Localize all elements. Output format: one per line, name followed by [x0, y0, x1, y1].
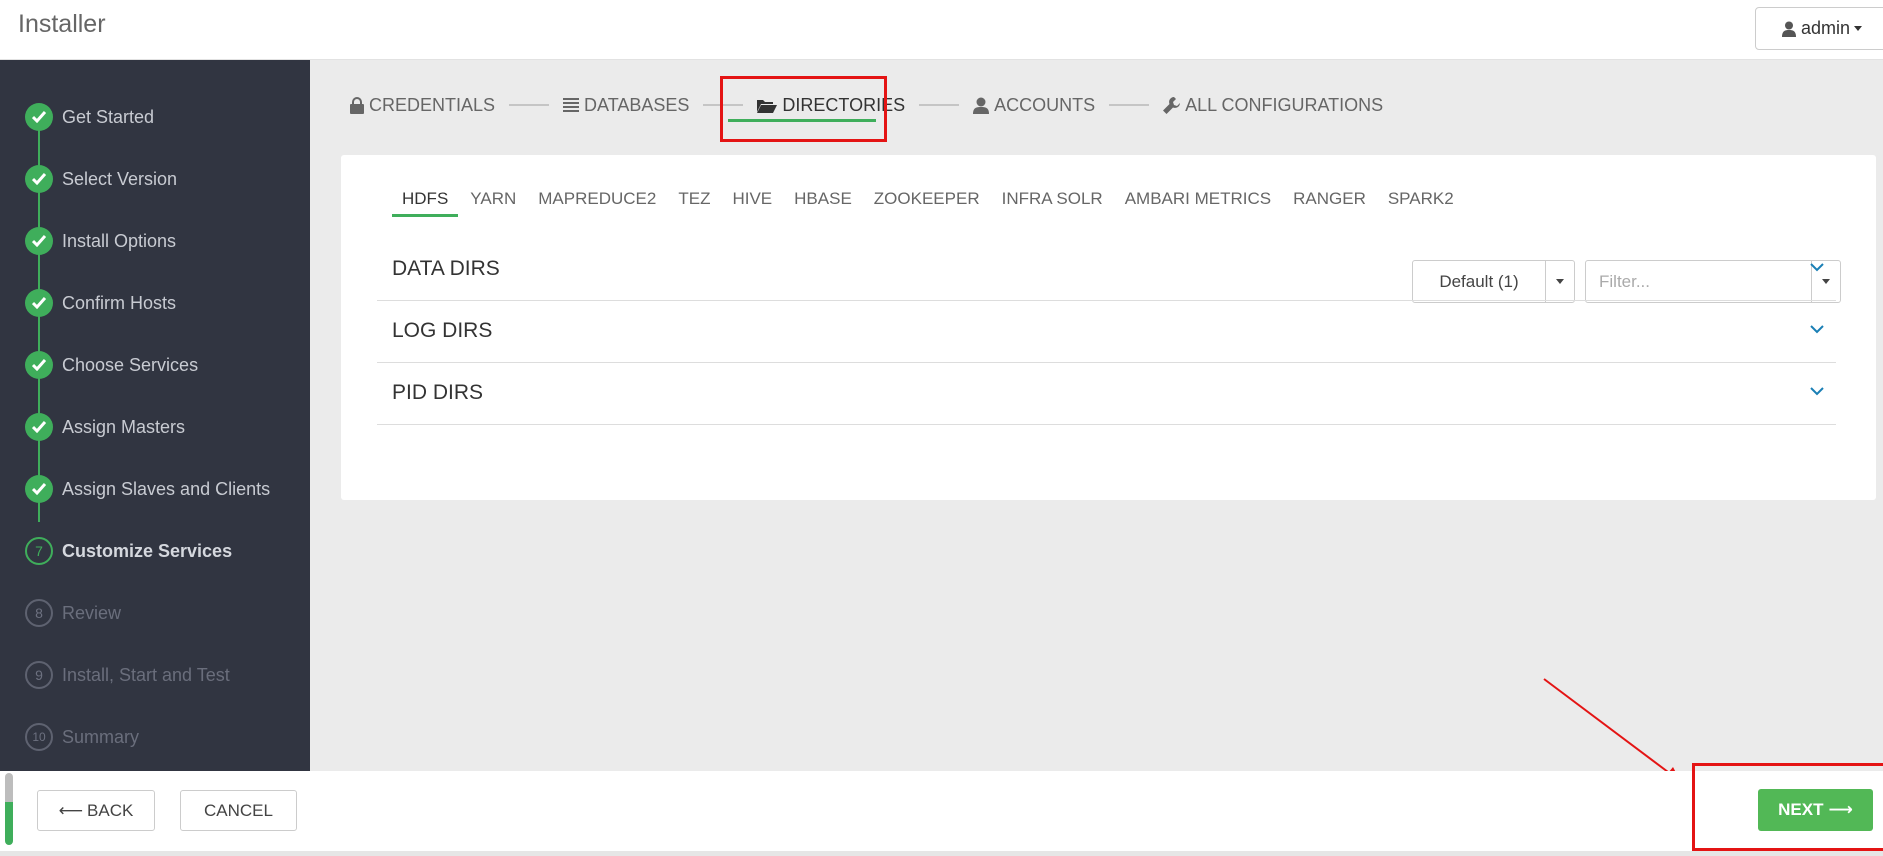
tab-label: CREDENTIALS [369, 94, 496, 115]
annotation-highlight-directories [720, 76, 887, 142]
step-choose-services[interactable]: Choose Services [0, 345, 310, 385]
annotation-highlight-next [1692, 763, 1883, 851]
tab-credentials[interactable]: CREDENTIALS [350, 95, 495, 116]
step-label: Review [62, 602, 122, 623]
section-log-dirs[interactable]: LOG DIRS [377, 301, 1836, 363]
step-select-version[interactable]: Select Version [0, 159, 310, 199]
chevron-down-icon [1810, 263, 1824, 272]
tab-mapreduce2[interactable]: MAPREDUCE2 [538, 189, 656, 217]
section-title: DATA DIRS [392, 257, 500, 280]
tab-all-configurations[interactable]: ALL CONFIGURATIONS [1163, 95, 1383, 116]
check-icon [25, 475, 53, 503]
tab-hbase[interactable]: HBASE [794, 189, 852, 217]
tab-spark2[interactable]: SPARK2 [1388, 189, 1454, 217]
check-icon [25, 289, 53, 317]
top-bar: Installer admin [0, 0, 1883, 60]
step-get-started[interactable]: Get Started [0, 97, 310, 137]
step-label: Customize Services [62, 540, 233, 561]
tab-label: ALL CONFIGURATIONS [1185, 94, 1384, 115]
step-install-start-test: 9 Install, Start and Test [0, 655, 310, 695]
step-label: Select Version [62, 168, 178, 189]
user-icon [1782, 21, 1796, 37]
user-icon [973, 97, 990, 114]
scroll-indicator [5, 773, 13, 845]
cancel-button[interactable]: CANCEL [180, 790, 297, 831]
step-number: 10 [25, 723, 53, 751]
step-label: Install, Start and Test [62, 664, 230, 685]
step-label: Assign Slaves and Clients [62, 478, 271, 499]
step-install-options[interactable]: Install Options [0, 221, 310, 261]
lock-icon [350, 96, 364, 114]
user-menu-button[interactable]: admin [1755, 7, 1883, 50]
tab-ranger[interactable]: RANGER [1293, 189, 1366, 217]
chevron-down-icon [1810, 387, 1824, 396]
tab-label: ACCOUNTS [994, 94, 1096, 115]
step-customize-services[interactable]: 7 Customize Services [0, 531, 310, 571]
tab-tez[interactable]: TEZ [678, 189, 710, 217]
wrench-icon [1163, 96, 1181, 114]
user-name: admin [1801, 18, 1851, 38]
database-icon [563, 98, 580, 112]
section-pid-dirs[interactable]: PID DIRS [377, 363, 1836, 425]
step-review: 8 Review [0, 593, 310, 633]
service-config-panel: HDFS YARN MAPREDUCE2 TEZ HIVE HBASE ZOOK… [341, 155, 1876, 500]
check-icon [25, 103, 53, 131]
back-label: BACK [87, 800, 134, 820]
check-icon [25, 413, 53, 441]
check-icon [25, 227, 53, 255]
tab-connector [509, 104, 550, 106]
step-number: 7 [25, 537, 53, 565]
wizard-sidebar: Get Started Select Version Install Optio… [0, 60, 310, 771]
step-number: 9 [25, 661, 53, 689]
step-label: Install Options [62, 230, 177, 251]
check-icon [25, 165, 53, 193]
step-label: Confirm Hosts [62, 292, 177, 313]
section-title: PID DIRS [392, 381, 484, 404]
tab-hive[interactable]: HIVE [732, 189, 772, 217]
bottom-strip [0, 851, 1883, 856]
service-tabs: HDFS YARN MAPREDUCE2 TEZ HIVE HBASE ZOOK… [391, 189, 1476, 217]
step-assign-masters[interactable]: Assign Masters [0, 407, 310, 447]
chevron-down-icon [1810, 325, 1824, 334]
arrow-left-icon: ⟵ [58, 800, 84, 820]
step-label: Summary [62, 726, 140, 747]
step-label: Get Started [62, 106, 155, 127]
section-title: LOG DIRS [392, 319, 493, 342]
step-summary: 10 Summary [0, 717, 310, 757]
tab-connector [1109, 104, 1150, 106]
tab-ambari-metrics[interactable]: AMBARI METRICS [1125, 189, 1271, 217]
app-title: Installer [18, 10, 106, 38]
step-label: Choose Services [62, 354, 199, 375]
tab-connector [919, 104, 960, 106]
caret-down-icon [1854, 26, 1863, 31]
step-label: Assign Masters [62, 416, 186, 437]
tab-yarn[interactable]: YARN [470, 189, 516, 217]
tab-infra-solr[interactable]: INFRA SOLR [1002, 189, 1103, 217]
tab-accounts[interactable]: ACCOUNTS [973, 95, 1095, 116]
step-number: 8 [25, 599, 53, 627]
tab-label: DATABASES [584, 94, 690, 115]
step-confirm-hosts[interactable]: Confirm Hosts [0, 283, 310, 323]
step-assign-slaves[interactable]: Assign Slaves and Clients [0, 469, 310, 509]
tab-databases[interactable]: DATABASES [563, 95, 689, 116]
tab-hdfs[interactable]: HDFS [391, 189, 459, 217]
section-data-dirs[interactable]: DATA DIRS [377, 239, 1836, 301]
back-button[interactable]: ⟵ BACK [37, 790, 155, 831]
tab-zookeeper[interactable]: ZOOKEEPER [874, 189, 980, 217]
check-icon [25, 351, 53, 379]
